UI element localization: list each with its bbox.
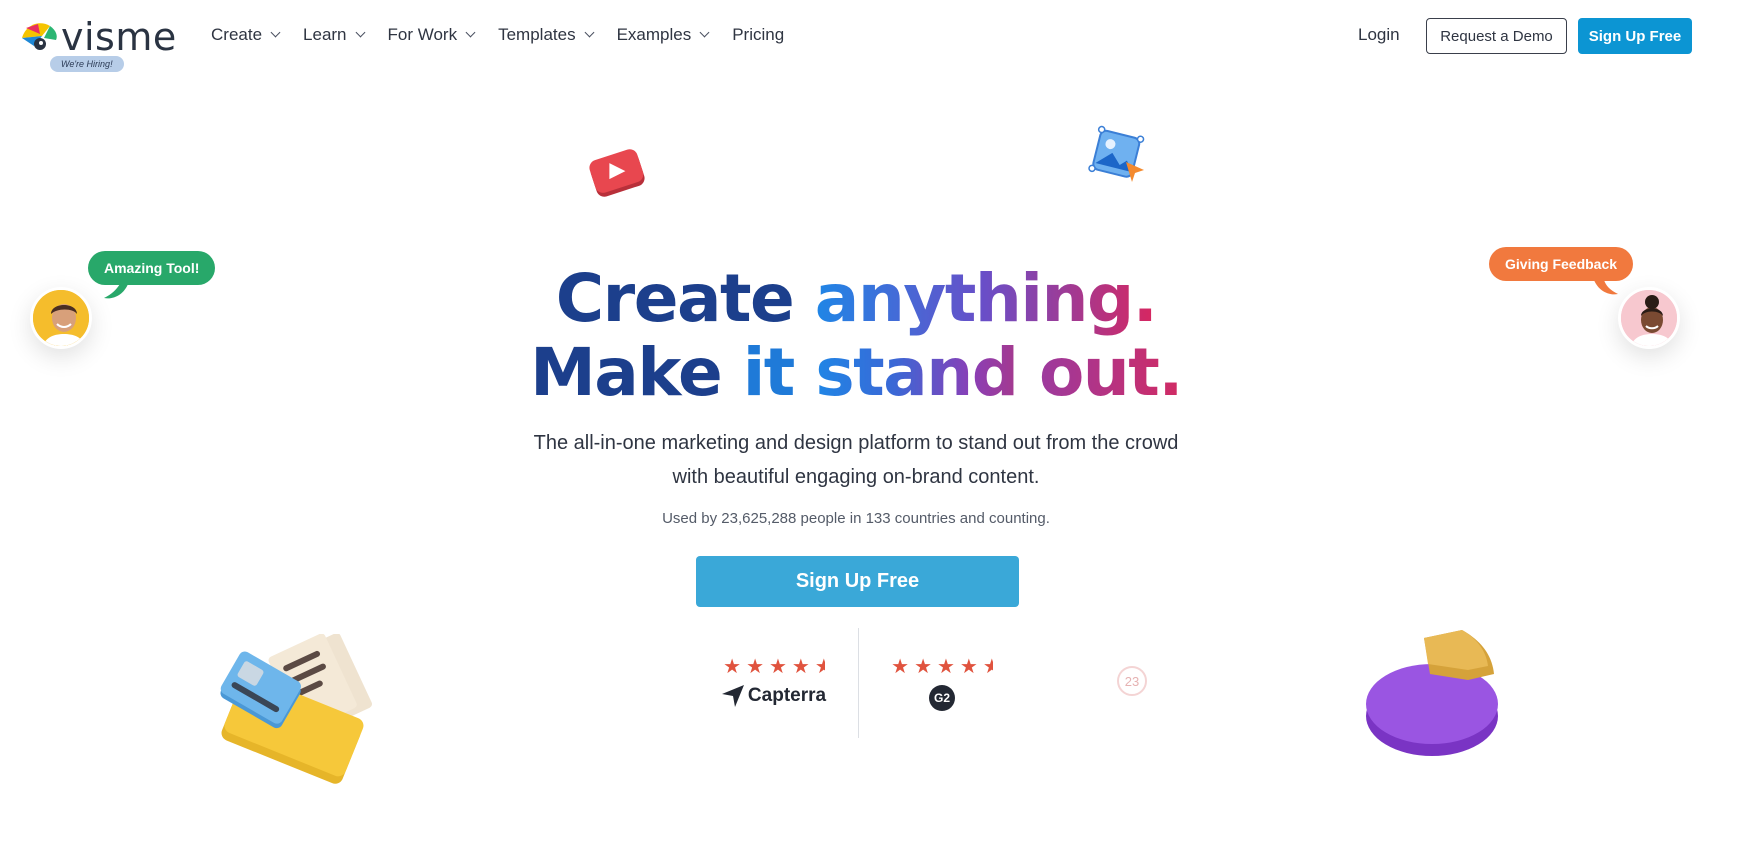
g2-rating[interactable]: ★★★★★ G2 (872, 654, 1012, 711)
nav-for-work[interactable]: For Work (387, 25, 476, 45)
visme-logo-icon (22, 23, 57, 50)
nav-examples-label: Examples (616, 25, 692, 44)
nav-templates[interactable]: Templates (498, 25, 595, 45)
g2-logo-icon: G2 (929, 685, 955, 711)
ratings-divider (858, 628, 859, 738)
main-nav: Create Learn For Work Templates Examples… (211, 25, 784, 45)
nav-create-label: Create (211, 25, 263, 44)
usage-stats: Used by 23,625,288 people in 133 countri… (662, 510, 1050, 527)
chevron-down-icon (465, 27, 476, 38)
nav-pricing-label: Pricing (732, 25, 785, 44)
headline-anything: anything. (814, 260, 1158, 337)
hero-headline-line2: Make it stand out. (0, 336, 1712, 410)
signup-hero-button[interactable]: Sign Up Free (696, 556, 1019, 607)
image-select-icon (1088, 125, 1145, 182)
chevron-down-icon (584, 27, 595, 38)
chevron-down-icon (355, 27, 365, 38)
headline-out: out. (1038, 334, 1183, 411)
hero-headline-line1: Create anything. (0, 262, 1712, 336)
nav-learn-label: Learn (303, 25, 347, 44)
star-rating-icon: ★★★★★ (891, 656, 993, 678)
nav-pricing[interactable]: Pricing (732, 25, 784, 45)
chevron-down-icon (270, 27, 281, 38)
capterra-rating[interactable]: ★★★★★ Capterra (704, 654, 844, 707)
headline-make: Make (530, 334, 743, 411)
award-badge: 23 (1117, 666, 1147, 696)
nav-learn[interactable]: Learn (303, 25, 365, 45)
capterra-arrow-icon (721, 685, 744, 707)
folder-documents-icon (220, 634, 373, 784)
hero-subheadline: The all-in-one marketing and design plat… (533, 432, 1179, 488)
capterra-logo: Capterra (704, 685, 844, 707)
pie-chart-3d-icon (1366, 630, 1498, 756)
nav-create[interactable]: Create (211, 25, 281, 45)
nav-templates-label: Templates (498, 25, 576, 44)
headline-stand: stand (815, 334, 1039, 411)
login-link[interactable]: Login (1358, 25, 1400, 45)
headline-it: it (742, 334, 816, 411)
hiring-badge[interactable]: We're Hiring! (50, 56, 124, 72)
nav-for-work-label: For Work (387, 25, 458, 44)
nav-examples[interactable]: Examples (616, 25, 710, 45)
video-play-icon (589, 149, 645, 197)
signup-header-button[interactable]: Sign Up Free (1578, 18, 1692, 54)
request-demo-button[interactable]: Request a Demo (1426, 18, 1567, 54)
g2-logo: G2 (872, 685, 1012, 711)
logo-wordmark: visme (61, 15, 177, 59)
headline-create: Create (555, 260, 815, 337)
capterra-label: Capterra (747, 685, 827, 706)
visme-logo[interactable]: visme We're Hiring! (20, 16, 180, 76)
site-header: visme We're Hiring! Create Learn For Wor… (0, 0, 1757, 80)
chevron-down-icon (699, 27, 710, 38)
star-rating-icon: ★★★★★ (723, 656, 825, 678)
